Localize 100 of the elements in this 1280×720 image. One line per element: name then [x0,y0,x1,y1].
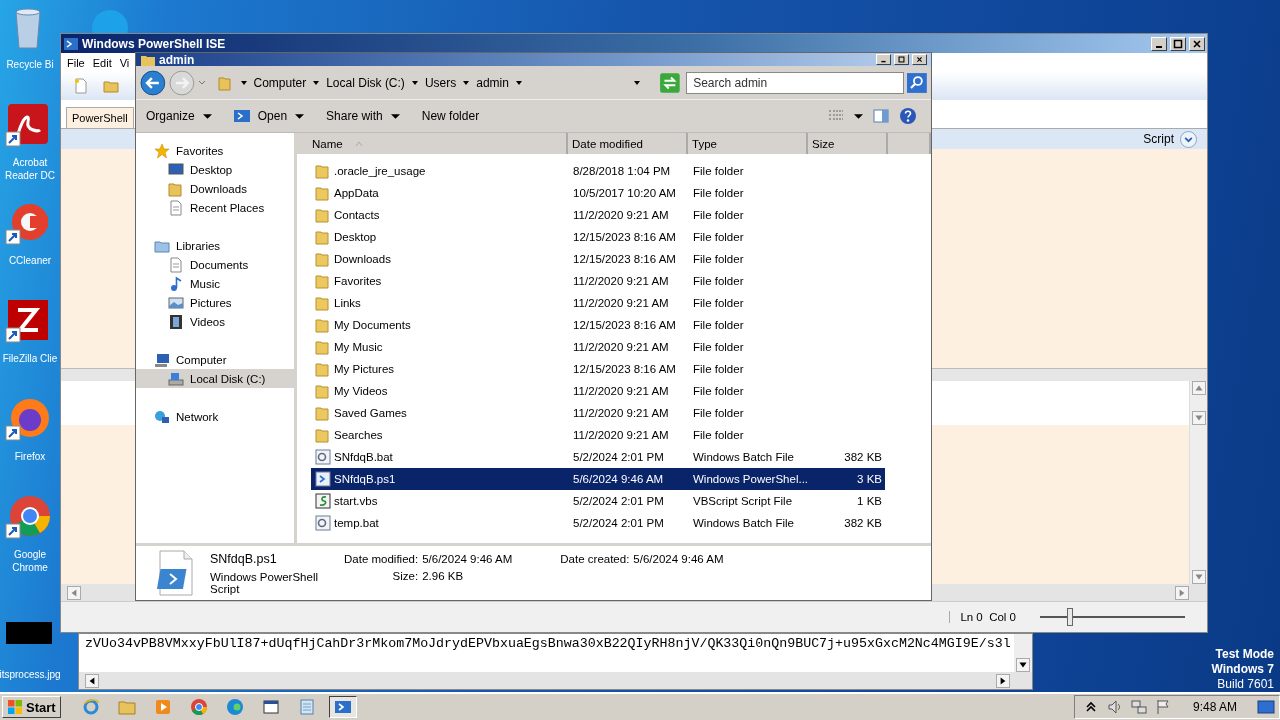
toolbar-button[interactable]: New folder [415,106,486,126]
breadcrumb-item[interactable]: Local Disk (C:) [326,75,405,90]
window-title: admin [159,52,195,67]
nav-item[interactable]: Local Disk (C:) [136,369,294,388]
preview-pane-icon[interactable] [873,108,889,124]
back-icon[interactable] [140,69,166,96]
scrollbar[interactable] [932,584,1207,601]
file-row[interactable]: temp.bat 5/2/2024 2:01 PM Windows Batch File 382 KB [311,512,885,534]
file-row[interactable]: My Documents 12/15/2023 8:16 AM File folder [311,314,885,336]
caret-icon[interactable] [410,78,419,87]
scroll-left-icon[interactable] [85,673,99,688]
file-row[interactable]: start.vbs 5/2/2024 2:01 PM VBScript Script File 1 KB [311,490,885,512]
show-desktop-icon[interactable] [1257,698,1275,716]
file-row[interactable]: .oracle_jre_usage 8/28/2018 1:04 PM File folder [311,160,885,182]
column-header[interactable]: Date modified [568,133,688,154]
caret-icon[interactable] [462,78,471,87]
terminal-icon [333,698,352,716]
script-tab[interactable]: PowerShell [66,107,134,128]
browser-icon[interactable] [4,398,52,442]
file-row[interactable]: My Pictures 12/15/2023 8:16 AM File folder [311,358,885,380]
file-row[interactable]: My Videos 11/2/2020 9:21 AM File folder [311,380,885,402]
file-row[interactable]: SNfdqB.bat 5/2/2024 2:01 PM Windows Batch File 382 KB [311,446,885,468]
nav-item[interactable]: Downloads [136,179,294,198]
toolbar-button[interactable]: Share with [320,106,406,126]
scrollbar[interactable] [79,672,1032,689]
search-icon[interactable] [907,72,927,93]
folder-icon [315,251,331,267]
file-row[interactable]: My Music 11/2/2020 9:21 AM File folder [311,336,885,358]
refresh-icon[interactable] [659,71,682,94]
table-cell: My Videos [334,385,388,397]
nav-item[interactable]: Music [136,274,294,293]
nav-item[interactable]: Network [136,407,294,426]
nav-item[interactable]: Videos [136,312,294,331]
scroll-right-icon[interactable] [996,673,1010,688]
file-row[interactable]: SNfdqB.ps1 5/6/2024 9:46 AM Windows PowerShel... 3 KB [311,468,885,490]
maximize-button[interactable] [1170,36,1186,51]
scrollbar[interactable] [1189,425,1207,584]
picture-icon [168,294,184,311]
nav-item[interactable]: Libraries [136,236,294,255]
clock[interactable]: 9:48 AM [1192,700,1237,714]
column-header[interactable]: Type [688,133,808,154]
flag-icon[interactable] [1154,699,1171,715]
scroll-up-icon[interactable] [1191,381,1206,395]
nav-item[interactable]: Documents [136,255,294,274]
minimize-button[interactable] [1151,36,1167,51]
table-cell-text: 5/6/2024 9:46 AM [572,473,665,485]
maximize-button[interactable] [894,54,909,65]
file-row[interactable]: Downloads 12/15/2023 8:16 AM File folder [311,248,885,270]
nav-item[interactable]: Favorites [136,141,294,160]
start-button[interactable]: Start [2,696,61,718]
icon-label[interactable]: itsprocess.jpg [0,668,61,681]
toolbar-button[interactable]: Organize [140,106,218,126]
column-header[interactable]: Size [808,133,888,154]
file-row[interactable]: Links 11/2/2020 9:21 AM File folder [311,292,885,314]
search-field[interactable]: Search admin [686,71,905,94]
minimize-button[interactable] [876,54,891,65]
nav-item[interactable]: Recent Places [136,198,294,217]
breadcrumb-item[interactable]: Users [424,75,457,90]
caret-icon[interactable] [633,78,642,87]
menu-item[interactable]: Vi [119,56,130,69]
scrollbar[interactable] [1189,381,1207,425]
close-button[interactable] [912,54,927,65]
menu-item[interactable]: Edit [92,56,112,69]
taskbar-button[interactable] [328,696,357,718]
gear-file-icon [315,515,331,531]
scrollbar[interactable] [1014,634,1032,672]
help-icon[interactable] [899,107,917,125]
file-row[interactable]: AppData 10/5/2017 10:20 AM File folder [311,182,885,204]
slider-thumb[interactable] [1067,608,1074,626]
caret-icon[interactable] [854,111,863,121]
breadcrumb-item[interactable]: admin [476,75,509,90]
scrollbar[interactable] [61,584,135,601]
file-row[interactable]: Contacts 11/2/2020 9:21 AM File folder [311,204,885,226]
nav-item[interactable]: Pictures [136,293,294,312]
toolbar-button[interactable]: Open [227,105,311,127]
breadcrumb-item[interactable]: Computer [253,75,307,90]
icon-label[interactable]: Firefox [14,450,46,463]
expand-button[interactable] [1180,130,1197,148]
caret-icon[interactable] [312,78,321,87]
browser-icon[interactable] [4,496,52,540]
icon-label[interactable]: FileZilla Clie [2,352,58,365]
icon-label[interactable]: Google Chrome [1,548,59,574]
file-type: Windows PowerShell Script [210,570,319,595]
menu-item[interactable]: File [67,56,85,69]
caret-icon[interactable] [514,78,523,87]
file-row[interactable]: Favorites 11/2/2020 9:21 AM File folder [311,270,885,292]
folder-icon [168,180,184,197]
scroll-down-icon[interactable] [1016,658,1030,672]
file-row[interactable]: Searches 11/2/2020 9:21 AM File folder [311,424,885,446]
speaker-icon[interactable] [1106,699,1123,715]
column-header[interactable]: Name [297,133,568,154]
close-button[interactable] [1189,36,1205,51]
network-icon[interactable] [1130,699,1147,715]
file-row[interactable]: Saved Games 11/2/2020 9:21 AM File folder [311,402,885,424]
caret-icon[interactable] [239,78,248,87]
nav-item[interactable]: Computer [136,350,294,369]
file-row[interactable]: Desktop 12/15/2023 8:16 AM File folder [311,226,885,248]
table-cell-text: 382 KB [843,451,883,463]
table-cell-text: File folder [692,341,745,353]
nav-item[interactable]: Desktop [136,160,294,179]
